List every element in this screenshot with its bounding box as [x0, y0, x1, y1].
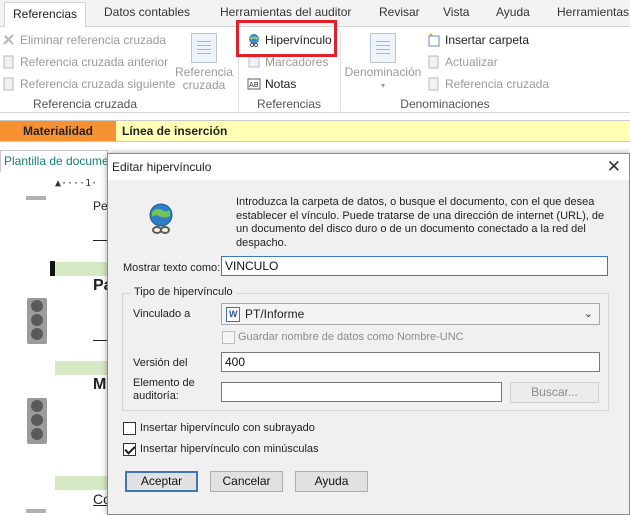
- ribbon-separator: [340, 31, 341, 111]
- version-input[interactable]: [221, 352, 600, 372]
- aceptar-button[interactable]: Aceptar: [125, 471, 198, 492]
- dialog-instructions: Introduzca la carpeta de datos, o busque…: [236, 196, 605, 249]
- referencia-cruzada-denominacion-button[interactable]: Referencia cruzada: [427, 77, 549, 91]
- ruler: ▲····1·: [55, 178, 98, 189]
- version-label: Versión del: [133, 357, 188, 369]
- notes-icon: AB: [247, 77, 261, 91]
- tipo-hipervinculo-legend: Tipo de hipervínculo: [131, 286, 236, 298]
- subrayado-checkbox[interactable]: [123, 422, 136, 435]
- document-icon: [427, 77, 441, 91]
- traffic-light-icon: [27, 398, 47, 444]
- tab-referencias[interactable]: Referencias: [4, 2, 87, 28]
- document-area: [0, 172, 110, 515]
- referencia-cruzada-icon: [191, 33, 217, 63]
- minusculas-label: Insertar hipervínculo con minúsculas: [140, 443, 319, 455]
- hyperlink-globe-icon: [146, 202, 176, 236]
- notas-button[interactable]: AB Notas: [247, 77, 296, 91]
- insert-folder-icon: [427, 33, 441, 47]
- vinculado-a-select[interactable]: PT/Informe ⌄: [221, 303, 600, 325]
- dialog-title: Editar hipervínculo: [112, 160, 212, 174]
- guardar-unc-checkbox[interactable]: [222, 331, 235, 344]
- dialog-titlebar: Editar hipervínculo ✕: [108, 154, 629, 180]
- group-label-referencias: Referencias: [256, 97, 322, 111]
- document-icon: [2, 77, 16, 91]
- tab-herramientas[interactable]: Herramientas: [557, 5, 629, 19]
- word-document-icon: [226, 306, 240, 322]
- document-rule: [93, 240, 107, 241]
- section-band: [55, 262, 115, 276]
- linea-insercion-label: Línea de inserción: [122, 124, 228, 138]
- denominacion-big-button[interactable]: Denominación ▾: [343, 33, 423, 92]
- tab-ayuda[interactable]: Ayuda: [496, 5, 530, 19]
- actualizar-button[interactable]: Actualizar: [427, 55, 498, 69]
- svg-text:AB: AB: [249, 81, 259, 89]
- cancelar-button[interactable]: Cancelar: [210, 471, 283, 492]
- tab-datos-contables[interactable]: Datos contables: [104, 5, 190, 19]
- dropdown-arrow-icon: ▾: [380, 81, 385, 90]
- buscar-button[interactable]: Buscar...: [510, 382, 599, 403]
- eliminar-icon: [2, 33, 16, 47]
- referencia-cruzada-siguiente-button[interactable]: Referencia cruzada siguiente: [2, 77, 175, 91]
- denominacion-icon: [370, 33, 396, 63]
- margin-marker: [26, 196, 46, 200]
- insertar-carpeta-button[interactable]: Insertar carpeta: [427, 33, 529, 47]
- tab-herramientas-del-auditor[interactable]: Herramientas del auditor: [220, 5, 351, 19]
- close-icon[interactable]: ✕: [607, 157, 621, 177]
- guardar-unc-label: Guardar nombre de datos como Nombre-UNC: [238, 331, 464, 343]
- group-label-referencia-cruzada: Referencia cruzada: [32, 97, 138, 111]
- section-band: [55, 361, 115, 375]
- group-label-denominaciones: Denominaciones: [400, 97, 490, 111]
- document-tab[interactable]: Plantilla de documentos: [0, 150, 108, 172]
- refresh-icon: [427, 55, 441, 69]
- chevron-down-icon: ⌄: [583, 308, 593, 320]
- eliminar-referencia-cruzada-button[interactable]: Eliminar referencia cruzada: [2, 33, 166, 47]
- cursor-marker: [50, 261, 55, 276]
- marcadores-button[interactable]: Marcadores: [247, 55, 328, 69]
- bookmark-icon: [247, 55, 261, 69]
- document-text: Pe: [93, 199, 108, 213]
- mostrar-texto-input[interactable]: [221, 256, 608, 276]
- document-icon: [2, 55, 16, 69]
- materialidad-label[interactable]: Materialidad: [0, 121, 116, 141]
- elemento-auditoria-input[interactable]: [221, 382, 502, 402]
- document-rule: [93, 340, 107, 341]
- section-band: [55, 476, 115, 490]
- vinculado-a-label: Vinculado a: [133, 308, 191, 320]
- tab-vista[interactable]: Vista: [443, 5, 469, 19]
- referencia-cruzada-big-button[interactable]: Referencia cruzada: [173, 33, 235, 92]
- elemento-auditoria-label: Elemento de auditoría:: [133, 377, 195, 402]
- vinculado-a-value: PT/Informe: [245, 307, 305, 321]
- highlight-annotation: [236, 20, 337, 57]
- margin-marker: [26, 509, 46, 513]
- traffic-light-icon: [27, 298, 47, 344]
- ribbon: Eliminar referencia cruzada Referencia c…: [0, 20, 630, 113]
- minusculas-checkbox[interactable]: [123, 443, 136, 456]
- ayuda-button[interactable]: Ayuda: [295, 471, 368, 492]
- subrayado-label: Insertar hipervínculo con subrayado: [140, 422, 315, 434]
- mostrar-texto-label: Mostrar texto como:: [123, 262, 221, 274]
- insertion-line-bar: Materialidad Línea de inserción: [0, 120, 630, 142]
- referencia-cruzada-anterior-button[interactable]: Referencia cruzada anterior: [2, 55, 168, 69]
- tab-revisar[interactable]: Revisar: [379, 5, 420, 19]
- edit-hyperlink-dialog: Editar hipervínculo ✕ Introduzca la carp…: [107, 153, 630, 515]
